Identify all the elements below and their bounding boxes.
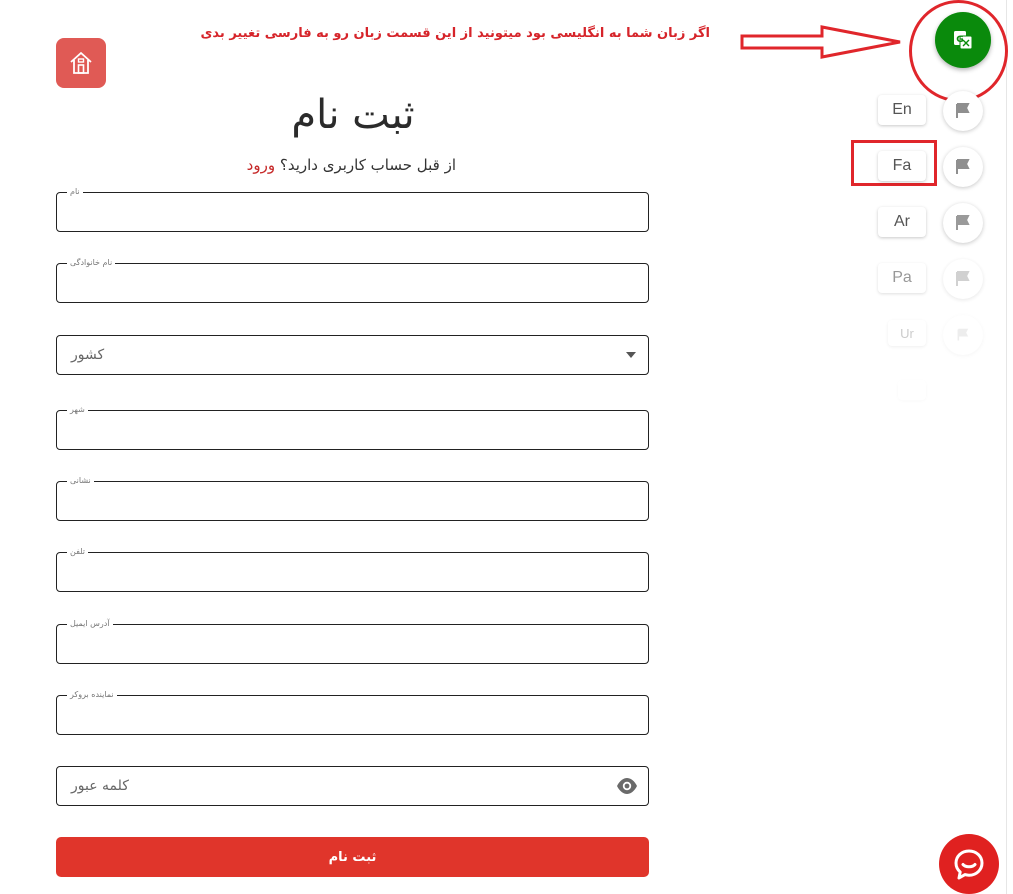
chat-icon: [954, 849, 984, 880]
login-prompt: از قبل حساب کاربری دارید؟ ورود: [200, 156, 456, 174]
language-code: Ur: [900, 325, 914, 341]
address-input[interactable]: [57, 482, 648, 520]
last-name-input[interactable]: [57, 264, 648, 302]
flag-icon: [956, 271, 970, 286]
flag-button-en[interactable]: [943, 91, 983, 131]
submit-button[interactable]: ثبت نام: [56, 837, 649, 877]
annotation-arrow: [740, 25, 901, 59]
language-button-ar[interactable]: Ar: [878, 207, 926, 237]
eye-icon[interactable]: [616, 777, 638, 795]
translate-icon: G: [954, 31, 973, 50]
home-button[interactable]: [56, 38, 106, 88]
language-button-fa[interactable]: Fa: [878, 151, 926, 181]
caret-down-icon[interactable]: [626, 352, 636, 358]
flag-button-ur[interactable]: [943, 315, 983, 355]
language-code: En: [892, 101, 912, 118]
country-select[interactable]: کشور: [56, 335, 649, 375]
login-prompt-text: از قبل حساب کاربری دارید؟: [279, 156, 456, 174]
email-field[interactable]: آدرس ایمیل: [56, 619, 649, 664]
chat-button[interactable]: [939, 834, 999, 894]
first-name-field[interactable]: نام: [56, 187, 649, 232]
login-link[interactable]: ورود: [247, 156, 275, 174]
language-button-faded[interactable]: [898, 380, 926, 400]
city-input[interactable]: [57, 411, 648, 449]
page-scrollbar[interactable]: [1006, 0, 1007, 894]
page-title: ثبت نام: [291, 92, 415, 138]
language-code: Pa: [892, 269, 912, 286]
password-field[interactable]: کلمه عبور: [56, 766, 649, 806]
flag-icon: [956, 159, 970, 174]
phone-input[interactable]: [57, 553, 648, 591]
flag-button-fa[interactable]: [943, 147, 983, 187]
country-placeholder: کشور: [71, 347, 105, 363]
email-input[interactable]: [57, 625, 648, 663]
password-placeholder: کلمه عبور: [71, 778, 129, 794]
language-code: Fa: [892, 157, 912, 174]
flag-icon: [956, 103, 970, 118]
first-name-input[interactable]: [57, 193, 648, 231]
phone-field[interactable]: تلفن: [56, 547, 649, 592]
language-button-ur[interactable]: Ur: [888, 320, 926, 346]
language-button-en[interactable]: En: [878, 95, 926, 125]
broker-field[interactable]: نماینده بروکر: [56, 690, 649, 735]
language-code: Ar: [894, 213, 910, 230]
flag-button-ar[interactable]: [943, 203, 983, 243]
address-field[interactable]: نشانی: [56, 476, 649, 521]
svg-text:G: G: [956, 35, 963, 45]
last-name-field[interactable]: نام خانوادگی: [56, 258, 649, 303]
home-icon: [70, 52, 92, 74]
translate-button[interactable]: G: [935, 12, 991, 68]
language-button-pa[interactable]: Pa: [878, 263, 926, 293]
city-field[interactable]: شهر: [56, 405, 649, 450]
broker-input[interactable]: [57, 696, 648, 734]
flag-icon: [956, 215, 970, 230]
flag-button-pa[interactable]: [943, 259, 983, 299]
annotation-text: اگر زبان شما به انگلیسی بود میتونید از ا…: [200, 26, 711, 41]
flag-icon: [957, 328, 969, 341]
